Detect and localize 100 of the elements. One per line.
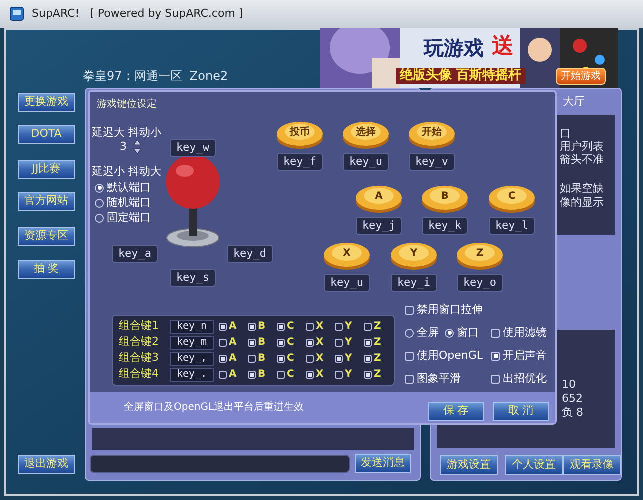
checkbox[interactable] [335, 370, 343, 378]
checkbox[interactable] [219, 338, 227, 346]
radio-button[interactable] [95, 184, 104, 193]
checkbox-label: Y [345, 336, 352, 350]
checkbox-label: Y [345, 368, 352, 382]
checkbox[interactable] [248, 338, 256, 346]
checkbox[interactable] [306, 322, 314, 330]
checkbox[interactable] [306, 370, 314, 378]
radio-label: 固定端口 [107, 210, 151, 226]
radio-label: 默认端口 [107, 180, 151, 196]
checkbox[interactable] [277, 370, 285, 378]
key-field[interactable]: key_u [324, 274, 370, 292]
key-field[interactable]: key_k [422, 217, 468, 235]
lobby-text: 口 [560, 128, 571, 139]
banner-caption: 绝版头像 百斯特摇杆 [396, 68, 526, 84]
key-field[interactable]: key_f [277, 153, 323, 171]
stat-text: 负 8 [562, 407, 584, 418]
footer-button[interactable]: 观看录像 [563, 455, 621, 475]
checkbox[interactable] [491, 352, 500, 361]
key-field[interactable]: key_u [343, 153, 389, 171]
lobby-text: 用户列表 [560, 141, 604, 152]
checkbox[interactable] [335, 338, 343, 346]
checkbox-label: X [316, 336, 324, 350]
checkbox[interactable] [364, 354, 372, 362]
checkbox[interactable] [335, 322, 343, 330]
radio-button[interactable] [405, 328, 414, 338]
option-label: 使用OpenGL [417, 348, 484, 364]
checkbox[interactable] [219, 322, 227, 330]
lobby-text: 像的显示 [560, 197, 604, 208]
key-field[interactable]: key_v [409, 153, 455, 171]
checkbox-label: X [316, 320, 324, 334]
checkbox[interactable] [405, 352, 414, 361]
checkbox[interactable] [219, 354, 227, 362]
checkbox-label: A [229, 368, 237, 382]
checkbox[interactable] [491, 374, 500, 384]
option-label: 窗口 [457, 325, 479, 341]
latency-label: 延迟大 抖动小 [92, 125, 162, 141]
checkbox[interactable] [335, 354, 343, 362]
lobby-text: 箭头不准 [560, 154, 604, 165]
chat-input[interactable] [90, 455, 350, 473]
key-field[interactable]: key_l [489, 217, 535, 235]
option-label: 开启声音 [503, 348, 547, 364]
key-field[interactable]: key_w [170, 139, 216, 157]
checkbox[interactable] [405, 306, 414, 315]
checkbox[interactable] [306, 338, 314, 346]
radio-button[interactable] [95, 214, 104, 223]
checkbox[interactable] [277, 338, 285, 346]
save-button[interactable]: 保 存 [428, 402, 484, 421]
key-field[interactable]: key_j [356, 217, 402, 235]
key-field[interactable]: key_, [170, 352, 214, 366]
checkbox-label: C [287, 320, 294, 334]
footer-button[interactable]: 游戏设置 [440, 455, 498, 475]
combo-label: 组合键2 [119, 334, 160, 350]
zone-label: 拳皇97：网通一区 Zone2 [83, 68, 228, 85]
checkbox[interactable] [248, 370, 256, 378]
checkbox-label: A [229, 320, 237, 334]
radio-button[interactable] [445, 328, 454, 338]
lobby-text: 如果空缺 [560, 183, 604, 194]
sidebar-button[interactable]: DOTA [18, 125, 75, 144]
combo-label: 组合键1 [119, 318, 160, 334]
sidebar-button[interactable]: 更换游戏 [18, 93, 75, 112]
sidebar-button[interactable]: 退出游戏 [18, 455, 75, 474]
cancel-button[interactable]: 取 消 [493, 402, 549, 421]
sidebar-button[interactable]: 官方网站 [18, 192, 75, 211]
stat-text: 652 [562, 393, 583, 404]
key-field[interactable]: key_a [112, 245, 158, 263]
window-title: SupARC! [ Powered by SupARC.com ] [32, 6, 244, 22]
checkbox[interactable] [277, 322, 285, 330]
latency-label: 延迟小 抖动大 [92, 164, 162, 180]
key-field[interactable]: key_n [170, 320, 214, 334]
sidebar-button[interactable]: 抽 奖 [18, 260, 75, 279]
combo-label: 组合键3 [119, 350, 160, 366]
key-field[interactable]: key_i [391, 274, 437, 292]
checkbox[interactable] [364, 370, 372, 378]
key-field[interactable]: key_d [227, 245, 273, 263]
checkbox[interactable] [277, 354, 285, 362]
key-field[interactable]: key_s [170, 269, 216, 287]
checkbox-label: C [287, 352, 294, 366]
checkbox[interactable] [248, 322, 256, 330]
checkbox-label: B [258, 336, 266, 350]
sidebar-button[interactable]: JJ比赛 [18, 160, 75, 179]
checkbox[interactable] [219, 370, 227, 378]
checkbox[interactable] [405, 374, 414, 384]
checkbox-label: Z [374, 336, 382, 350]
key-field[interactable]: key_. [170, 368, 214, 382]
footer-button[interactable]: 个人设置 [505, 455, 563, 475]
option-label: 使用滤镜 [503, 325, 547, 341]
dialog-title: 游戏键位设定 [97, 98, 157, 112]
lobby-tab[interactable]: 大厅 [563, 94, 585, 110]
checkbox[interactable] [491, 328, 500, 338]
checkbox[interactable] [364, 338, 372, 346]
checkbox[interactable] [248, 354, 256, 362]
key-field[interactable]: key_m [170, 336, 214, 350]
checkbox[interactable] [306, 354, 314, 362]
spinner-arrows-icon[interactable] [133, 139, 142, 156]
key-field[interactable]: key_o [457, 274, 503, 292]
radio-button[interactable] [95, 198, 104, 208]
sidebar-button[interactable]: 资源专区 [18, 227, 75, 246]
send-message-button[interactable]: 发送消息 [355, 454, 411, 473]
checkbox[interactable] [364, 322, 372, 330]
